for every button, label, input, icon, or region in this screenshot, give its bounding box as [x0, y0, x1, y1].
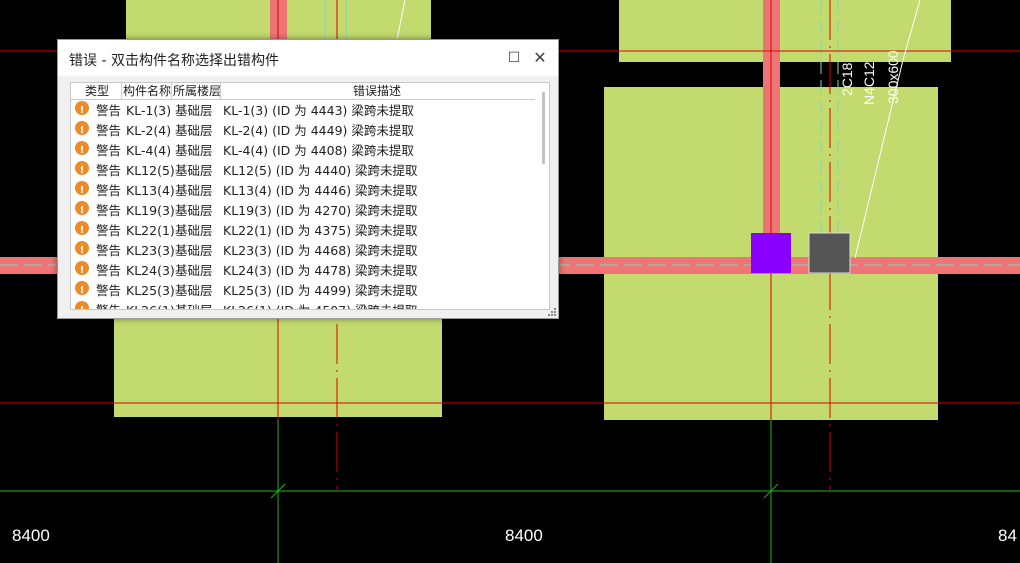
error-list[interactable]: 类型 构件名称 所属楼层 错误描述 ! 警告 KL-1(3) 基础层 KL-1(3) (…: [70, 82, 550, 310]
error-dialog[interactable]: 错误 - 双击构件名称选择出错构件 ☐ ✕ 类型 构件名称 所属楼层 错误描述 …: [57, 39, 559, 319]
error-row[interactable]: ! 警告 KL13(4) 基础层 KL13(4) (ID 为 4446) 梁跨未提取: [71, 181, 535, 201]
error-row[interactable]: ! 警告 KL12(5) 基础层 KL12(5) (ID 为 4440) 梁跨未提取: [71, 161, 535, 181]
warning-icon: !: [75, 181, 89, 196]
warning-icon: !: [75, 101, 89, 116]
dialog-titlebar[interactable]: 错误 - 双击构件名称选择出错构件 ☐ ✕: [58, 40, 558, 76]
error-row[interactable]: !警告KL26(1)基础层KL26(1) (ID 为 4507) 梁跨未提取: [71, 301, 535, 309]
maximize-icon[interactable]: ☐: [504, 48, 524, 68]
column-selected[interactable]: [751, 233, 791, 273]
beam-annotation-rebar-top: 2C18: [839, 62, 855, 96]
dialog-title: 错误 - 双击构件名称选择出错构件: [69, 53, 279, 69]
error-row[interactable]: ! 警告 KL22(1) 基础层 KL22(1) (ID 为 4375) 梁跨未提取: [71, 221, 535, 241]
warning-icon: !: [75, 281, 89, 296]
column-header-type[interactable]: 类型: [85, 83, 109, 99]
error-row[interactable]: ! 警告 KL19(3) 基础层 KL19(3) (ID 为 4270) 梁跨未提取: [71, 201, 535, 221]
error-row[interactable]: ! 警告 KL24(3) 基础层 KL24(3) (ID 为 4478) 梁跨未提取: [71, 261, 535, 281]
warning-icon: !: [75, 261, 89, 276]
list-header: 类型 构件名称 所属楼层 错误描述: [71, 83, 535, 100]
dimension-label: 84: [998, 526, 1017, 545]
scrollbar-thumb[interactable]: [542, 92, 545, 164]
column-header-floor[interactable]: 所属楼层: [173, 83, 221, 99]
error-row[interactable]: ! 警告 KL-4(4) 基础层 KL-4(4) (ID 为 4408) 梁跨未提取: [71, 141, 535, 161]
column-header-name[interactable]: 构件名称: [123, 83, 171, 99]
error-rows: ! 警告 KL-1(3) 基础层 KL-1(3) (ID 为 4443) 梁跨未提取 !…: [71, 101, 535, 309]
column[interactable]: [808, 232, 851, 274]
resize-grip-icon[interactable]: [548, 308, 556, 316]
warning-icon: !: [75, 161, 89, 176]
slab[interactable]: [619, 0, 951, 62]
error-row[interactable]: ! 警告 KL-2(4) 基础层 KL-2(4) (ID 为 4449) 梁跨未提取: [71, 121, 535, 141]
warning-icon: !: [75, 201, 89, 216]
dimension-label: 8400: [505, 526, 543, 545]
beam-annotation-section: 300x600: [885, 50, 901, 104]
warning-icon: !: [75, 141, 89, 156]
error-row[interactable]: ! 警告 KL-1(3) 基础层 KL-1(3) (ID 为 4443) 梁跨未提取: [71, 101, 535, 121]
close-icon[interactable]: ✕: [530, 48, 550, 68]
error-row[interactable]: ! 警告 KL23(3) 基础层 KL23(3) (ID 为 4468) 梁跨未提取: [71, 241, 535, 261]
vertical-scrollbar[interactable]: [537, 83, 549, 309]
warning-icon: !: [75, 221, 89, 236]
column-header-desc[interactable]: 错误描述: [353, 83, 401, 99]
warning-icon: !: [75, 241, 89, 256]
beam-annotation-rebar-side: N4C12: [861, 61, 877, 105]
error-row[interactable]: ! 警告 KL25(3) 基础层 KL25(3) (ID 为 4499) 梁跨未提取: [71, 281, 535, 301]
warning-icon: !: [75, 301, 89, 309]
dimension-label: 8400: [12, 526, 50, 545]
warning-icon: !: [75, 121, 89, 136]
